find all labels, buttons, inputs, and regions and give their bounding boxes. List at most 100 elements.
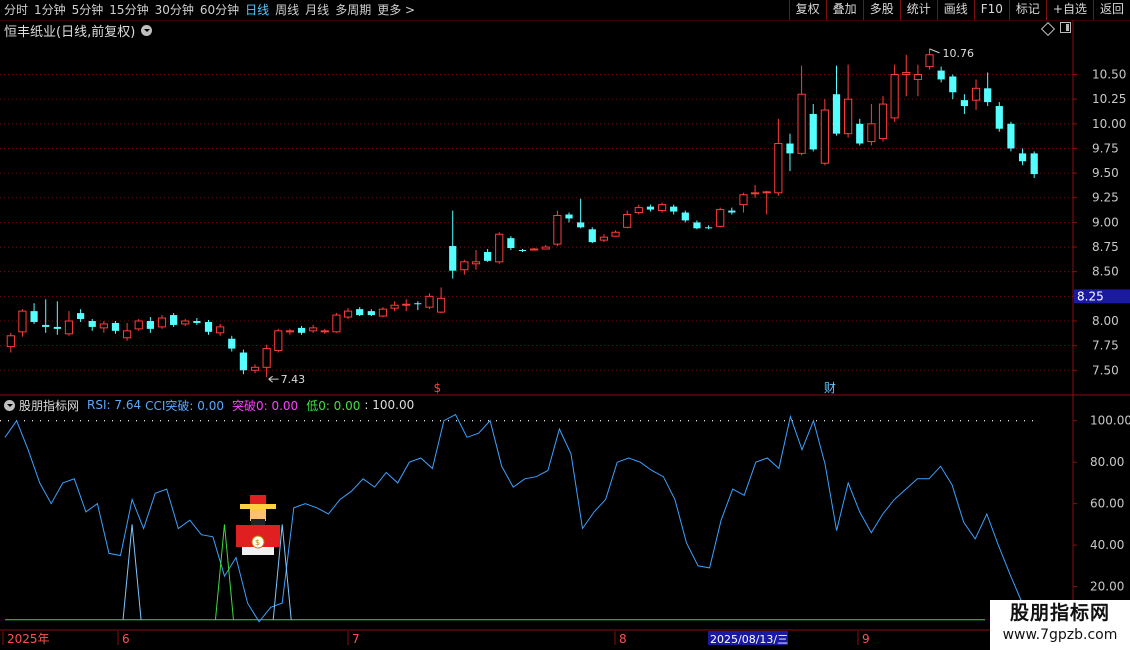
candle-body-down xyxy=(518,250,527,251)
candle-body-up xyxy=(6,335,15,348)
indicator-label: 60.00 xyxy=(1090,497,1124,511)
diamond-icon[interactable] xyxy=(1040,21,1056,37)
candle-body-down xyxy=(146,320,154,329)
candle-body-up xyxy=(134,320,143,330)
candle-body-up xyxy=(320,330,329,333)
period-tab-4[interactable]: 30分钟 xyxy=(155,2,200,18)
period-tab-2[interactable]: 5分钟 xyxy=(72,2,110,18)
candle-body-down xyxy=(228,338,236,349)
candle-body-up xyxy=(844,98,853,135)
indicator-legend: 股朋指标网 RSI: 7.64 CCI突破: 0.00 突破0: 0.00 低0… xyxy=(4,397,414,413)
candle-body-up xyxy=(64,320,74,335)
indicator-dropdown-icon[interactable] xyxy=(4,399,15,411)
toolbar-button-1[interactable]: 叠加 xyxy=(825,0,863,20)
current-price-tag xyxy=(1074,289,1130,304)
price-markers: 10.76 7.43 $ 财 xyxy=(268,47,975,395)
candle-body-up xyxy=(495,233,504,263)
candle-body-up xyxy=(553,214,562,245)
dropdown-circle-icon[interactable] xyxy=(141,24,153,36)
candle-body-up xyxy=(925,54,934,68)
candle-body-up xyxy=(332,314,341,333)
candle-body-up xyxy=(99,323,108,329)
candle-body-up xyxy=(797,93,806,154)
toolbar-button-5[interactable]: F10 xyxy=(973,0,1009,20)
mascot-beard xyxy=(251,519,265,525)
toolbar-button-4[interactable]: 画线 xyxy=(936,0,974,20)
period-tab-8[interactable]: 月线 xyxy=(305,2,335,18)
indicator-label: 20.00 xyxy=(1090,580,1124,594)
date-label: 8 xyxy=(619,632,627,646)
level-value: : 100.00 xyxy=(364,398,415,412)
toolbar-button-2[interactable]: 多股 xyxy=(862,0,900,20)
candle-body-down xyxy=(1030,153,1038,175)
low-arrow xyxy=(268,375,279,383)
candle-body-up xyxy=(390,304,399,309)
period-tab-9[interactable]: 多周期 xyxy=(335,2,377,18)
candle-body-up xyxy=(181,320,190,325)
rsi-value: RSI: 7.64 xyxy=(87,398,142,412)
candle-body-up xyxy=(611,231,620,237)
candle-body-up xyxy=(541,246,550,250)
candle-body-up xyxy=(890,74,899,119)
candle-body-down xyxy=(960,100,969,107)
candle-body-up xyxy=(471,261,481,265)
period-tab-1[interactable]: 1分钟 xyxy=(34,2,72,18)
price-label: 7.50 xyxy=(1092,363,1119,377)
candle-body-down xyxy=(856,123,864,144)
candle-body-up xyxy=(739,194,748,206)
candle-body-up xyxy=(250,366,260,371)
mascot-feet xyxy=(242,547,274,555)
date-label: 6 xyxy=(122,632,130,646)
site-watermark: 股朋指标网 www.7gpzb.com xyxy=(990,600,1130,650)
toolbar-button-3[interactable]: 统计 xyxy=(899,0,937,20)
candle-body-up xyxy=(599,236,609,241)
mascot-icon: $ xyxy=(236,495,280,555)
price-label: 9.75 xyxy=(1092,141,1119,155)
price-grid xyxy=(0,20,1130,631)
candle-body-down xyxy=(646,206,655,210)
candle-body-down xyxy=(170,315,178,325)
indicator-name[interactable]: 股朋指标网 xyxy=(19,397,79,414)
date-label: 2025年 xyxy=(7,632,50,646)
period-tab-3[interactable]: 15分钟 xyxy=(109,2,154,18)
mascot-money-bag xyxy=(251,535,265,549)
candle-body-down xyxy=(565,214,573,219)
toolbar-actions: 复权 叠加 多股 统计 画线 F10 标记 +自选 返回 xyxy=(788,0,1130,20)
candle-body-up xyxy=(425,295,434,308)
kline-chart[interactable]: 10.50 10.25 10.00 9.75 9.50 9.25 9.00 8.75 8.50 8… xyxy=(0,0,1130,650)
toolbar-button-6[interactable]: 标记 xyxy=(1008,0,1046,20)
date-label: 7 xyxy=(352,632,360,646)
price-label: 9.25 xyxy=(1092,191,1119,205)
mascot-money-symbol: $ xyxy=(255,538,260,547)
candle-body-down xyxy=(193,320,201,323)
candle-body-up xyxy=(530,248,539,251)
period-tab-6[interactable]: 日线 xyxy=(245,2,275,18)
high-price-label: 10.76 xyxy=(943,47,975,60)
candle-body-up xyxy=(774,143,783,194)
candle-body-down xyxy=(76,313,85,320)
panel-toggle-icon[interactable] xyxy=(1060,22,1071,33)
date-label: 9 xyxy=(862,632,870,646)
candle-body-down xyxy=(937,70,945,80)
candle-body-down xyxy=(297,327,306,333)
candle-body-up xyxy=(274,330,283,352)
toolbar-button-0[interactable]: 复权 xyxy=(788,0,826,20)
candle-body-up xyxy=(343,310,353,318)
period-tab-0[interactable]: 分时 xyxy=(4,2,34,18)
candle-body-down xyxy=(588,229,596,243)
candle-body-down xyxy=(832,94,841,134)
price-label: 8.25 xyxy=(1092,289,1119,303)
candle-body-up xyxy=(634,207,643,214)
toolbar-button-8[interactable]: 返回 xyxy=(1092,0,1130,20)
period-tab-10[interactable]: 更多 > xyxy=(377,2,421,18)
chart-title-row: 恒丰纸业(日线,前复权) xyxy=(4,21,153,40)
signal-spike xyxy=(272,524,292,620)
period-tab-5[interactable]: 60分钟 xyxy=(200,2,245,18)
toolbar-button-7[interactable]: +自选 xyxy=(1045,0,1093,20)
period-tab-7[interactable]: 周线 xyxy=(275,2,305,18)
candle-body-down xyxy=(670,206,678,212)
mascot-face xyxy=(250,509,266,521)
watermark-title: 股朋指标网 xyxy=(1009,602,1110,624)
candle-body-down xyxy=(693,222,701,229)
candle-body-up xyxy=(157,317,167,328)
